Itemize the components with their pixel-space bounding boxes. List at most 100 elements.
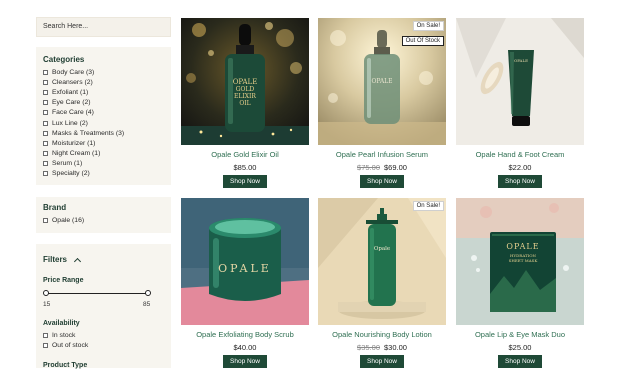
brand-filter-opale[interactable]: Opale (16): [43, 217, 84, 224]
price-min-handle[interactable]: [43, 290, 49, 296]
price-max-handle[interactable]: [145, 290, 151, 296]
checkbox[interactable]: [43, 171, 48, 176]
checkbox[interactable]: [43, 130, 48, 136]
checkbox[interactable]: [43, 70, 48, 75]
price-min-value: 15: [43, 301, 51, 308]
product-image-lip-eye-mask-duo[interactable]: OPALE HYDRATION SHEET MASK: [456, 198, 584, 325]
brand-panel: Brand Opale (16): [36, 197, 171, 233]
category-filter-item[interactable]: Masks & Treatments (3): [43, 130, 124, 137]
availability-in-stock[interactable]: In stock: [43, 332, 75, 339]
category-filter-item[interactable]: Serum (1): [43, 160, 82, 167]
shop-now-button[interactable]: Shop Now: [223, 355, 267, 368]
old-price: $35.00: [357, 343, 380, 352]
on-sale-badge: On Sale!: [412, 21, 444, 31]
category-label: Exfoliant (1): [52, 89, 89, 97]
label-line: SHEET MASK: [508, 258, 538, 263]
current-price: $85.00: [233, 163, 257, 172]
product-price: $85.00: [181, 163, 309, 172]
price-range-track[interactable]: [46, 293, 148, 295]
label-line: ELIXIR: [234, 93, 256, 100]
checkbox[interactable]: [43, 120, 48, 126]
category-label: Body Care (3): [52, 69, 95, 76]
category-label: Serum (1): [52, 159, 83, 167]
category-filter-item[interactable]: Body Care (3): [43, 69, 94, 76]
categories-panel: Categories Body Care (3) Cleansers (2) Exf…: [36, 47, 171, 185]
checkbox[interactable]: [43, 218, 48, 223]
checkbox[interactable]: [43, 343, 48, 348]
availability-out-of-stock[interactable]: Out of stock: [43, 342, 88, 349]
label-line: OPALE: [232, 78, 258, 86]
product-name[interactable]: Opale Nourishing Body Lotion: [318, 330, 446, 339]
current-price: $40.00: [233, 343, 257, 352]
on-sale-badge: On Sale!: [412, 201, 444, 211]
label-line: OPALE: [506, 242, 540, 251]
label-line: GOLD: [235, 86, 255, 93]
shop-now-button[interactable]: Shop Now: [498, 355, 542, 368]
price-max-value: 85: [143, 301, 151, 308]
product-price: $75.00 $69.00: [318, 163, 446, 172]
product-name[interactable]: Opale Lip & Eye Mask Duo: [456, 330, 584, 339]
category-label: Specialty (2): [52, 170, 90, 177]
product-label-text: OPALE: [218, 262, 272, 275]
product-type-label: Product Type: [43, 362, 88, 369]
product-label-text: Opale: [373, 246, 391, 252]
availability-item-label: In stock: [52, 332, 76, 339]
checkbox[interactable]: [43, 110, 48, 116]
checkbox[interactable]: [43, 80, 48, 86]
brand-title: Brand: [43, 203, 67, 212]
shop-now-button[interactable]: Shop Now: [223, 175, 267, 188]
category-filter-item[interactable]: Cleansers (2): [43, 79, 93, 86]
checkbox[interactable]: [43, 90, 48, 96]
product-name[interactable]: Opale Hand & Foot Cream: [456, 150, 584, 159]
category-label: Face Care (4): [52, 109, 94, 117]
category-filter-item[interactable]: Exfoliant (1): [43, 89, 88, 96]
category-label: Cleansers (2): [52, 79, 93, 87]
product-label-text: OPALE: [371, 78, 393, 85]
category-filter-item[interactable]: Specialty (2): [43, 170, 90, 177]
category-label: Eye Care (2): [52, 99, 91, 107]
product-name[interactable]: Opale Gold Elixir Oil: [181, 150, 309, 159]
filters-panel: Filters Price Range 15 85 Availability I…: [36, 244, 171, 369]
chevron-up-icon: [73, 257, 82, 266]
shop-now-button[interactable]: Shop Now: [360, 175, 404, 188]
product-name[interactable]: Opale Exfoliating Body Scrub: [181, 330, 309, 339]
category-filter-item[interactable]: Eye Care (2): [43, 99, 91, 106]
product-image-hand-foot-cream[interactable]: OPALE: [456, 18, 584, 145]
product-price: $35.00 $30.00: [318, 343, 446, 352]
old-price: $75.00: [357, 163, 380, 172]
search-input[interactable]: Search Here...: [36, 17, 171, 37]
shop-now-button[interactable]: Shop Now: [498, 175, 542, 188]
category-label: Night Cream (1): [52, 149, 101, 157]
product-label-text: OPALE: [513, 58, 529, 63]
category-label: Moisturizer (1): [52, 139, 96, 147]
checkbox[interactable]: [43, 140, 48, 146]
checkbox[interactable]: [43, 160, 48, 166]
product-image-exfoliating-body-scrub[interactable]: OPALE: [181, 198, 309, 325]
category-filter-item[interactable]: Lux Line (2): [43, 120, 88, 127]
checkbox[interactable]: [43, 100, 48, 106]
category-filter-item[interactable]: Moisturizer (1): [43, 140, 95, 147]
out-of-stock-badge: Out Of Stock: [401, 36, 444, 46]
current-price: $30.00: [384, 343, 407, 352]
checkbox[interactable]: [43, 333, 48, 338]
product-price: $22.00: [456, 163, 584, 172]
availability-item-label: Out of stock: [52, 342, 89, 349]
product-price: $25.00: [456, 343, 584, 352]
shop-now-button[interactable]: Shop Now: [360, 355, 404, 368]
product-label-text: OPALE GOLD ELIXIR OIL: [225, 78, 265, 107]
product-image-gold-elixir-oil[interactable]: OPALE GOLD ELIXIR OIL: [181, 18, 309, 145]
category-filter-item[interactable]: Night Cream (1): [43, 150, 100, 157]
product-name[interactable]: Opale Pearl Infusion Serum: [318, 150, 446, 159]
checkbox[interactable]: [43, 150, 48, 156]
category-label: Lux Line (2): [52, 119, 88, 127]
product-image-nourishing-body-lotion[interactable]: Opale On Sale!: [318, 198, 446, 325]
category-filter-item[interactable]: Face Care (4): [43, 109, 94, 116]
price-range-label: Price Range: [43, 277, 84, 284]
category-label: Masks & Treatments (3): [52, 129, 125, 137]
product-label-text: OPALE HYDRATION SHEET MASK: [490, 242, 556, 263]
label-line: OIL: [239, 100, 251, 107]
product-image-pearl-infusion-serum[interactable]: OPALE On Sale! Out Of Stock: [318, 18, 446, 145]
filters-title[interactable]: Filters: [43, 255, 82, 266]
filters-label: Filters: [43, 255, 68, 264]
current-price: $25.00: [508, 343, 532, 352]
